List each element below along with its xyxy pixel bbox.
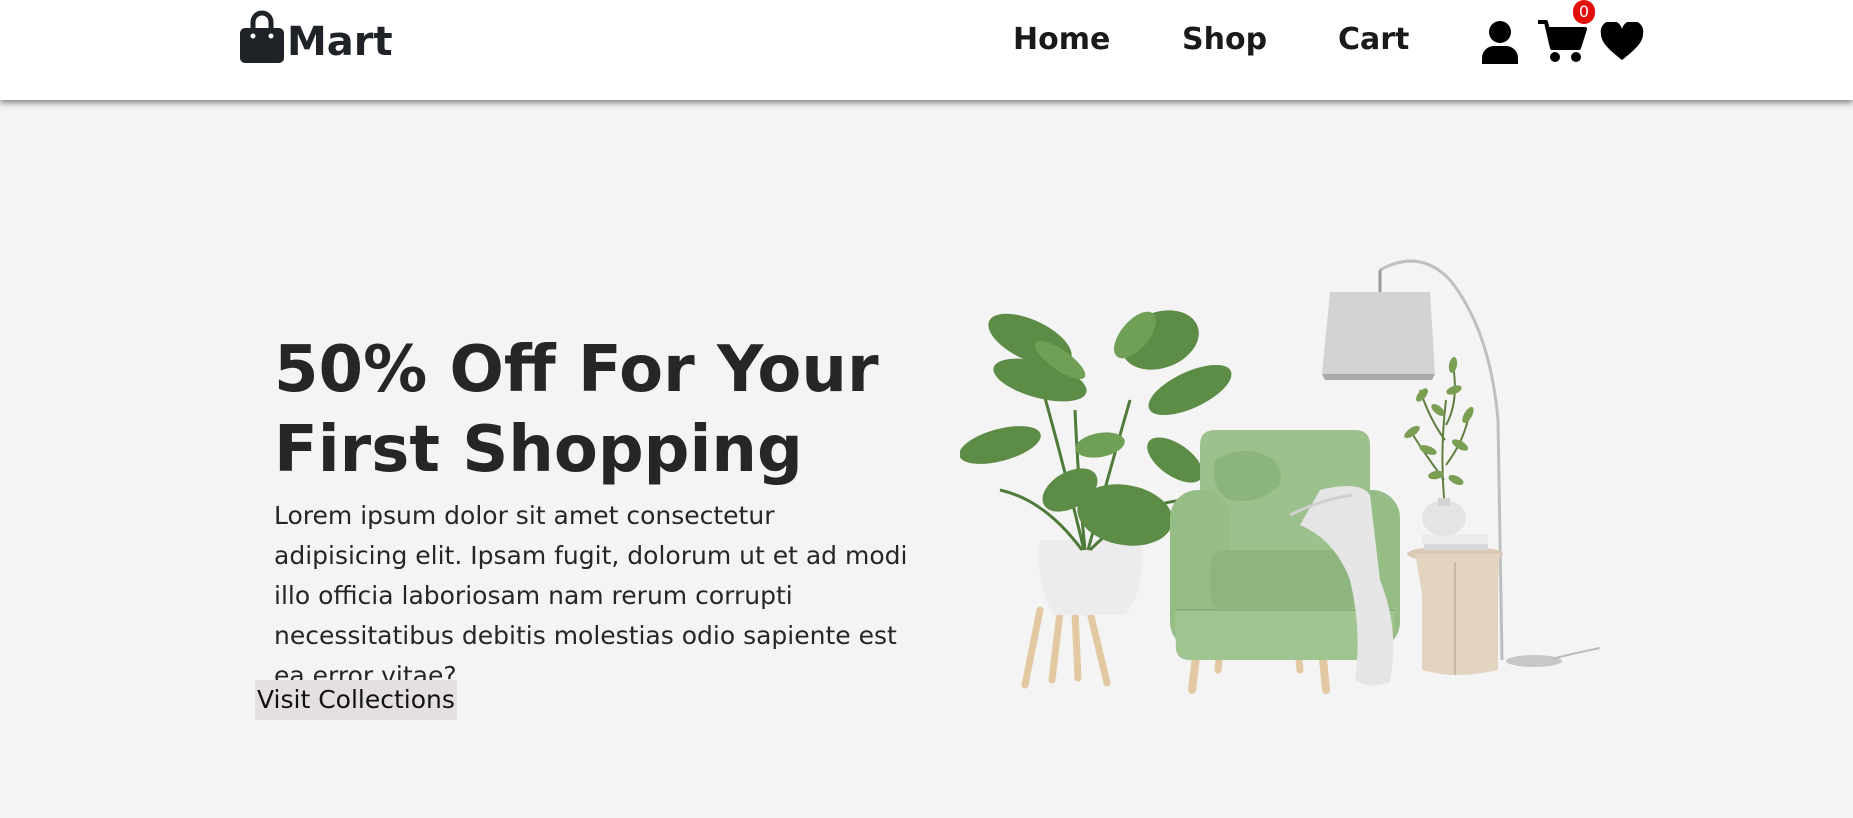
hero-title-line1: 50% Off For Your [274, 333, 879, 407]
hero-description: Lorem ipsum dolor sit amet consectetur a… [274, 501, 908, 690]
heart-icon[interactable] [1600, 22, 1644, 62]
brand-logo[interactable]: Mart [237, 10, 393, 66]
nav-shop-link[interactable]: Shop [1182, 20, 1267, 60]
visit-collections-button[interactable]: Visit Collections [255, 680, 457, 720]
armchair-plant-lamp-illustration [960, 259, 1601, 694]
shopping-bag-icon [240, 10, 284, 63]
nav-home-link[interactable]: Home [1013, 20, 1110, 60]
cart-count-badge: 0 [1573, 0, 1595, 24]
brand-name: Mart [287, 19, 393, 65]
user-icon[interactable] [1480, 20, 1520, 64]
nav-cart-link[interactable]: Cart [1338, 20, 1409, 60]
cart-icon[interactable] [1537, 18, 1587, 64]
navbar: Mart Home Shop Cart 0 [0, 0, 1853, 100]
hero-title-line2: First Shopping [274, 413, 803, 487]
hero-title: 50% Off For Your First Shopping [274, 330, 914, 490]
